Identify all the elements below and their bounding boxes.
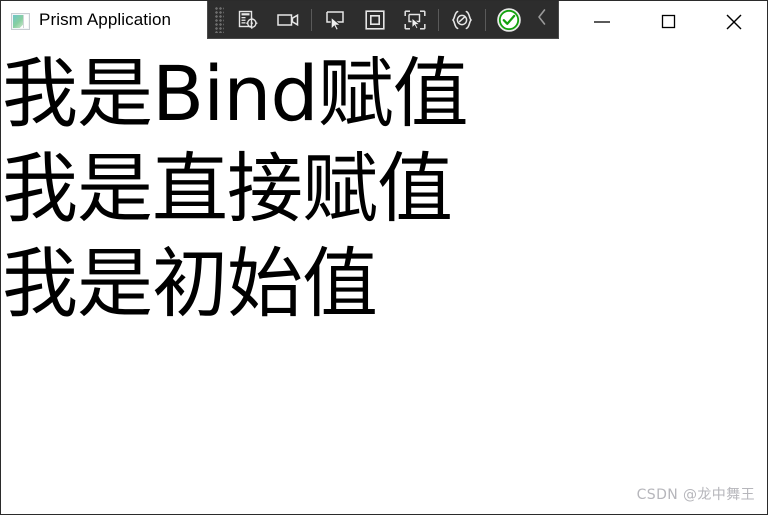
client-area: 我是Bind赋值 我是直接赋值 我是初始值 CSDN @龙中舞王 [1, 42, 767, 514]
toolbar-drag-grip[interactable] [210, 5, 228, 35]
textblock-stack: 我是Bind赋值 我是直接赋值 我是初始值 [2, 46, 469, 331]
toolbar-separator [485, 8, 486, 31]
direct-value-textblock: 我是直接赋值 [2, 144, 453, 233]
maximize-icon [653, 11, 683, 33]
minimize-icon [587, 15, 617, 29]
maximize-button[interactable] [635, 1, 701, 42]
display-layout-adorners-icon [364, 9, 386, 31]
title-bar[interactable]: Prism Application [1, 1, 767, 42]
preview-selection-icon [403, 9, 427, 31]
select-element-icon [324, 9, 346, 31]
bind-value-textblock: 我是Bind赋值 [2, 49, 469, 138]
xaml-hot-reload-button[interactable] [442, 3, 482, 37]
window-gradient-icon [11, 13, 30, 30]
preview-selection-button[interactable] [395, 3, 435, 37]
go-to-live-visual-tree-button[interactable] [228, 3, 268, 37]
go-to-live-visual-tree-icon [237, 9, 259, 31]
drag-grip-dots-icon [214, 6, 224, 33]
display-layout-adorners-button[interactable] [355, 3, 395, 37]
csdn-watermark: CSDN @龙中舞王 [636, 487, 755, 503]
track-focused-element-button[interactable] [268, 3, 308, 37]
toolbar-separator [311, 8, 312, 31]
minimize-button[interactable] [569, 1, 635, 42]
xaml-hot-reload-icon [450, 9, 474, 31]
page-title: Prism Application [39, 10, 172, 29]
enable-selection-button[interactable] [315, 3, 355, 37]
application-window: Prism Application 我是Bind赋值 我是直接赋值 我是初始值 … [0, 0, 768, 515]
close-button[interactable] [701, 1, 767, 42]
hot-reload-enabled-icon [496, 7, 522, 33]
hot-reload-enabled-button[interactable] [489, 3, 529, 37]
toolbar-separator [438, 8, 439, 31]
window-caption-buttons [569, 1, 767, 42]
initial-value-textblock: 我是初始值 [2, 239, 378, 328]
video-camera-icon [276, 9, 300, 31]
vs-inapp-toolbar[interactable] [207, 1, 559, 39]
collapse-toolbar-chevron-icon [535, 7, 549, 32]
close-icon [719, 10, 749, 34]
collapse-toolbar-button[interactable] [529, 3, 555, 37]
